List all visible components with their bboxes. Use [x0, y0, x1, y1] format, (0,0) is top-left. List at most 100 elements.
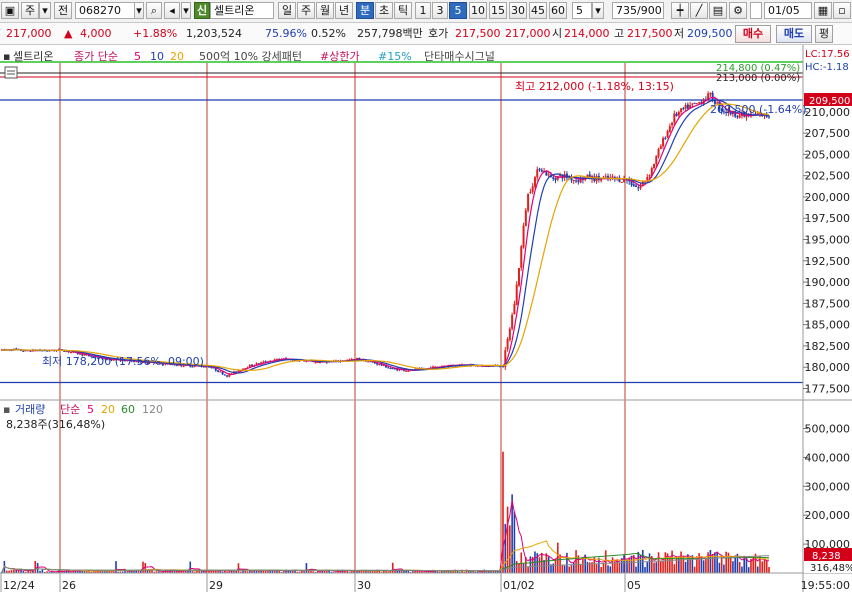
volume-tick-label: 400,000: [805, 451, 851, 464]
stock-code-dropdown-icon[interactable]: ▾: [134, 2, 144, 19]
volume-bar: [635, 566, 637, 573]
candle-body: [637, 187, 640, 189]
expand-icon[interactable]: ▫: [833, 2, 851, 19]
volume-ma-20: 20: [101, 403, 115, 416]
date-checkbox[interactable]: [750, 2, 762, 19]
volume-bar: [518, 563, 520, 573]
date-tick-label: 05: [627, 579, 641, 592]
sell-button[interactable]: 매도: [776, 25, 812, 43]
volume-bar: [664, 552, 667, 573]
ask-label: 호가: [428, 27, 449, 40]
volume-bar: [732, 561, 734, 573]
prev-button[interactable]: 전: [54, 2, 72, 19]
candle-body: [768, 116, 770, 118]
candle-type-icon[interactable]: ┿: [671, 2, 689, 19]
volume-tag-text: 8,238: [812, 551, 841, 562]
legend-ma-label: 종가 단순: [74, 50, 118, 63]
volume-bar: [607, 565, 609, 573]
high-label: 고: [614, 27, 625, 40]
date-tick-label: 12/24: [3, 579, 35, 592]
volume-bar: [570, 564, 573, 573]
interval-input[interactable]: 5: [572, 2, 592, 19]
period-tick[interactable]: 틱: [394, 2, 412, 19]
volume-bar: [237, 563, 240, 573]
legend-box-icon: ▪: [3, 50, 10, 63]
interval-5[interactable]: 5: [449, 2, 467, 19]
candle-body: [682, 108, 685, 110]
volume-bar: [693, 566, 696, 573]
table-toggle-icon[interactable]: [4, 66, 18, 79]
candle-body: [378, 363, 381, 365]
period-minute[interactable]: 분: [356, 2, 374, 19]
volume-bar: [707, 552, 709, 573]
period-month[interactable]: 월: [316, 2, 334, 19]
volume-tick-label: 300,000: [805, 480, 851, 493]
lc-label: LC:17.56: [805, 49, 850, 60]
volume-bar: [725, 551, 727, 573]
volume-bar: [506, 506, 509, 573]
candle-body: [391, 368, 394, 370]
candle-body: [632, 184, 635, 187]
candle-body: [675, 113, 678, 116]
window-icon[interactable]: ▣: [1, 2, 19, 19]
eval-button[interactable]: 평: [815, 25, 833, 43]
date-tick-label: 01/02: [503, 579, 535, 592]
current-price-tag-text: 209,500: [809, 96, 850, 107]
volume-ma-5: 5: [87, 403, 94, 416]
chevron-down-icon[interactable]: ▾: [39, 2, 51, 19]
interval-45[interactable]: 45: [529, 2, 547, 19]
volume-bar: [630, 555, 633, 573]
period-day[interactable]: 일: [278, 2, 296, 19]
candle-body: [522, 225, 525, 248]
speaker-icon[interactable]: ◂: [164, 2, 180, 19]
candle-body: [545, 171, 548, 176]
date-input[interactable]: 01/05: [764, 2, 812, 19]
interval-10[interactable]: 10: [469, 2, 487, 19]
interval-15[interactable]: 15: [489, 2, 507, 19]
draw-tool-icon[interactable]: ╱: [690, 2, 708, 19]
price-chart[interactable]: 210,000 207,500 205,000 202,500 200,000 197,5…: [0, 45, 852, 592]
candle-body: [387, 367, 390, 369]
time-label: 19:55:00: [801, 579, 850, 592]
candle-body: [693, 102, 696, 104]
interval-dropdown-icon[interactable]: ▾: [592, 2, 604, 19]
volume-bar: [34, 560, 37, 573]
period-year[interactable]: 년: [335, 2, 353, 19]
count-field[interactable]: 735/900: [612, 2, 664, 19]
period-week[interactable]: 주: [297, 2, 315, 19]
interval-30[interactable]: 30: [509, 2, 527, 19]
high-price: 217,500: [627, 27, 673, 40]
candle-body: [695, 103, 698, 105]
candle-body: [251, 364, 254, 366]
buy-button[interactable]: 매수: [735, 25, 771, 43]
price-tick-label: 187,500: [805, 297, 851, 310]
open-label: 시: [552, 27, 563, 40]
volume-bar: [718, 562, 721, 573]
interval-60[interactable]: 60: [549, 2, 567, 19]
candle-body: [686, 104, 689, 109]
volume-bar: [115, 561, 117, 573]
market-type-select[interactable]: 주: [21, 2, 39, 19]
volume-bar: [761, 561, 764, 573]
calendar-icon[interactable]: ▦: [814, 2, 832, 19]
stock-name-field[interactable]: 셀트리온: [210, 2, 274, 19]
save-icon[interactable]: ▤: [709, 2, 727, 19]
speaker-dropdown-icon[interactable]: ▾: [181, 2, 191, 19]
low-price: 209,500: [687, 27, 733, 40]
hc-label: HC:-1.18: [805, 62, 849, 73]
candle-body: [22, 350, 25, 352]
chart-area[interactable]: 210,000 207,500 205,000 202,500 200,000 197,5…: [0, 45, 852, 592]
interval-3[interactable]: 3: [432, 2, 448, 19]
turnover-pct: 0.52%: [311, 27, 346, 40]
volume-bar: [763, 558, 766, 573]
gear-icon[interactable]: ⚙: [729, 2, 747, 19]
period-second[interactable]: 초: [375, 2, 393, 19]
volume-bar: [738, 562, 741, 573]
stock-code-input[interactable]: 068270: [75, 2, 135, 19]
search-icon[interactable]: ⌕: [146, 2, 162, 19]
interval-1[interactable]: 1: [415, 2, 431, 19]
legend-ma-20: 20: [170, 50, 184, 63]
volume-bar: [623, 555, 625, 573]
candle-body: [673, 113, 676, 123]
price-tick-label: 190,000: [805, 276, 851, 289]
